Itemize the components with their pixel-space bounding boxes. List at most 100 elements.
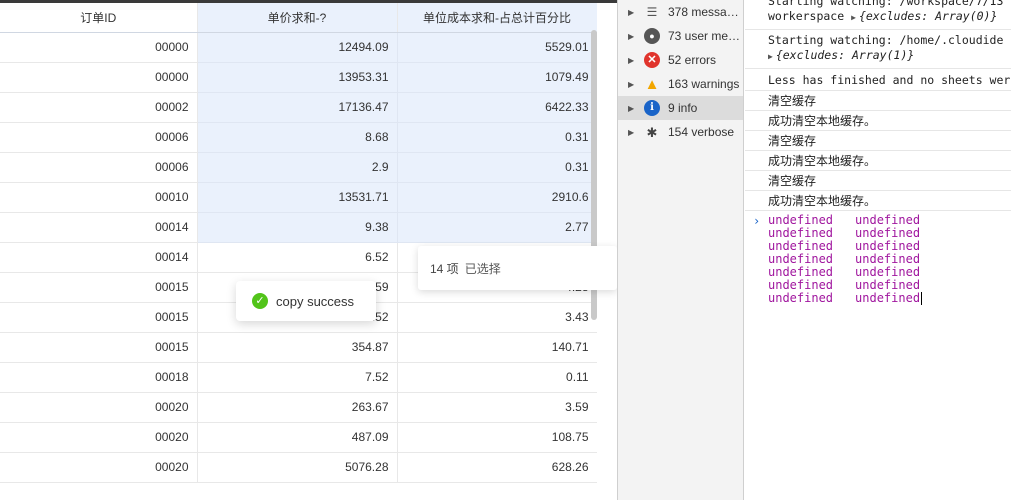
expand-arrow-icon[interactable]: ▶	[628, 128, 640, 137]
undefined-value: undefined	[768, 265, 834, 279]
cell-unit-price-sum[interactable]: 5076.28	[197, 452, 398, 483]
console-message: 清空缓存	[745, 171, 1011, 191]
table-row: 00018 7.52 0.11	[0, 362, 598, 393]
cell-unit-cost-percent[interactable]: 3.59	[397, 392, 598, 423]
sidebar-item-label: 154 verbose	[668, 125, 735, 139]
console-input-line: undefined undefined	[768, 292, 1011, 305]
cell-unit-price-sum[interactable]: 263.67	[197, 392, 398, 423]
warning-icon: ▲	[644, 75, 660, 93]
sidebar-item-user-messages[interactable]: ▶ ● 73 user me…	[618, 24, 743, 48]
cell-order-id[interactable]: 00010	[0, 182, 198, 213]
cell-order-id[interactable]: 00006	[0, 152, 198, 183]
cell-unit-price-sum[interactable]: 354.87	[197, 332, 398, 363]
sidebar-item-info[interactable]: ▶ i 9 info	[618, 96, 743, 120]
expand-arrow-icon[interactable]: ▶	[628, 80, 640, 89]
undefined-value: undefined	[855, 252, 921, 266]
object-preview[interactable]: {excludes: Array(0)}	[859, 9, 997, 23]
undefined-value: undefined	[768, 239, 834, 253]
cell-order-id[interactable]: 00014	[0, 212, 198, 243]
cell-order-id[interactable]: 00000	[0, 32, 198, 63]
cell-unit-cost-percent[interactable]: 0.31	[397, 152, 598, 183]
cell-order-id[interactable]: 00020	[0, 452, 198, 483]
expand-arrow-icon[interactable]: ▶	[628, 32, 640, 41]
list-icon: ☰	[646, 5, 658, 19]
undefined-value: undefined	[768, 226, 834, 240]
cell-unit-cost-percent[interactable]: 1079.49	[397, 62, 598, 93]
cell-unit-price-sum[interactable]: 8.68	[197, 122, 398, 153]
console-input-area[interactable]: › undefined undefined undefined undefined un…	[745, 211, 1011, 305]
cell-order-id[interactable]: 00018	[0, 362, 198, 393]
sidebar-item-warnings[interactable]: ▶ ▲ 163 warnings	[618, 72, 743, 96]
info-icon: i	[644, 100, 660, 116]
cell-order-id[interactable]: 00000	[0, 62, 198, 93]
cell-order-id[interactable]: 00015	[0, 272, 198, 303]
watch-text: Starting watching: /home/.cloudide	[768, 33, 1004, 47]
copy-success-toast: ✓ copy success	[236, 281, 376, 321]
expand-arrow-icon[interactable]: ▶	[628, 104, 640, 113]
toast-text: copy success	[276, 293, 355, 309]
cell-unit-cost-percent[interactable]: 3.43	[397, 302, 598, 333]
cell-unit-cost-percent[interactable]: 2910.6	[397, 182, 598, 213]
cell-unit-price-sum[interactable]: 17136.47	[197, 92, 398, 123]
cell-unit-price-sum[interactable]: 6.52	[197, 242, 398, 273]
pivot-table-panel: 订单ID 单价求和-? 单位成本求和-占总计百分比 00000 12494.09 5…	[0, 0, 617, 500]
selection-count: 14 项	[430, 261, 459, 276]
table-row: 00014 9.38 2.77	[0, 212, 598, 243]
sidebar-item-label: 9 info	[668, 101, 698, 115]
undefined-value: undefined	[855, 278, 921, 292]
console-input-text[interactable]: undefined undefined undefined undefined unde…	[768, 214, 1011, 305]
console-message: 成功清空本地缓存。	[745, 151, 1011, 171]
cell-unit-price-sum[interactable]: 7.52	[197, 362, 398, 393]
cell-order-id[interactable]: 00015	[0, 302, 198, 333]
undefined-value: undefined	[768, 252, 834, 266]
error-icon: ✕	[644, 52, 660, 68]
sidebar-item-errors[interactable]: ▶ ✕ 52 errors	[618, 48, 743, 72]
undefined-value: undefined	[768, 213, 834, 227]
cell-unit-price-sum[interactable]: 13531.71	[197, 182, 398, 213]
cell-unit-price-sum[interactable]: 2.9	[197, 152, 398, 183]
undefined-value: undefined	[768, 291, 834, 305]
expand-arrow-icon[interactable]: ▶	[628, 8, 640, 17]
selection-count-popup: 14 项 已选择	[418, 246, 617, 290]
table-row: 00006 2.9 0.31	[0, 152, 598, 183]
cell-order-id[interactable]: 00014	[0, 242, 198, 273]
expand-triangle-icon[interactable]: ▶	[851, 13, 856, 22]
cell-unit-cost-percent[interactable]: 628.26	[397, 452, 598, 483]
cell-unit-price-sum[interactable]: 487.09	[197, 422, 398, 453]
cell-order-id[interactable]: 00006	[0, 122, 198, 153]
table-row: 00020 263.67 3.59	[0, 392, 598, 423]
prompt-chevron-icon: ›	[753, 214, 761, 228]
cell-unit-price-sum[interactable]: 13953.31	[197, 62, 398, 93]
cell-unit-cost-percent[interactable]: 140.71	[397, 332, 598, 363]
cell-order-id[interactable]: 00020	[0, 422, 198, 453]
sidebar-item-label: 378 messa…	[668, 5, 739, 19]
undefined-value: undefined	[855, 265, 921, 279]
cell-unit-cost-percent[interactable]: 5529.01	[397, 32, 598, 63]
cell-order-id[interactable]: 00002	[0, 92, 198, 123]
column-header-order-id[interactable]: 订单ID	[0, 3, 198, 33]
column-header-unit-cost-percent[interactable]: 单位成本求和-占总计百分比	[397, 3, 598, 33]
expand-triangle-icon[interactable]: ▶	[768, 52, 773, 61]
watch-object-line: ▶ {excludes: Array(1)}	[768, 48, 1011, 64]
undefined-value: undefined	[855, 226, 921, 240]
watch-path: workerspace	[768, 9, 845, 23]
selection-label: 已选择	[464, 261, 501, 276]
column-header-unit-price-sum[interactable]: 单价求和-?	[197, 3, 398, 33]
sidebar-item-messages[interactable]: ▶ ☰ 378 messa…	[618, 0, 743, 24]
cell-order-id[interactable]: 00020	[0, 392, 198, 423]
cell-unit-cost-percent[interactable]: 0.11	[397, 362, 598, 393]
cell-unit-cost-percent[interactable]: 2.77	[397, 212, 598, 243]
expand-arrow-icon[interactable]: ▶	[628, 56, 640, 65]
object-preview[interactable]: {excludes: Array(1)}	[776, 48, 914, 62]
sidebar-item-verbose[interactable]: ▶ ✱ 154 verbose	[618, 120, 743, 144]
cell-order-id[interactable]: 00015	[0, 332, 198, 363]
cell-unit-cost-percent[interactable]: 6422.33	[397, 92, 598, 123]
table-row: 00002 17136.47 6422.33	[0, 92, 598, 123]
sidebar-item-label: 52 errors	[668, 53, 717, 67]
cell-unit-cost-percent[interactable]: 0.31	[397, 122, 598, 153]
cell-unit-price-sum[interactable]: 9.38	[197, 212, 398, 243]
table-header-row: 订单ID 单价求和-? 单位成本求和-占总计百分比	[0, 3, 598, 33]
cell-unit-price-sum[interactable]: 12494.09	[197, 32, 398, 63]
cell-unit-cost-percent[interactable]: 108.75	[397, 422, 598, 453]
console-message-less: Less has finished and no sheets were	[745, 69, 1011, 91]
